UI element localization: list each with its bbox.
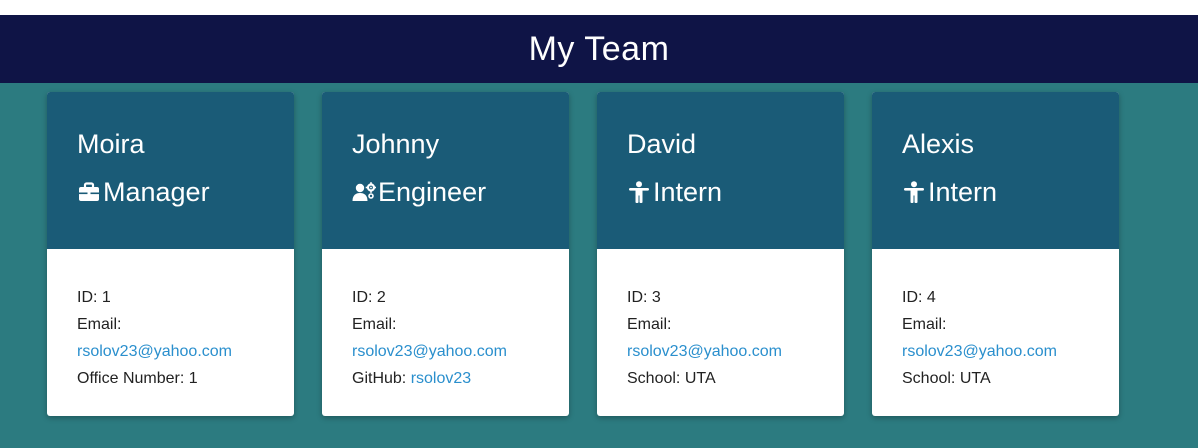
employee-role-label: Intern (928, 177, 998, 207)
email-label: Email: (627, 316, 672, 333)
page-title: My Team (528, 29, 670, 68)
employee-id: ID: 4 (902, 289, 936, 306)
email-link[interactable]: rsolov23@yahoo.com (902, 343, 1057, 360)
card-details: ID: 1 Email: rsolov23@yahoo.com Office N… (47, 249, 294, 392)
employee-card-manager: Moira Manager ID: 1 Email: rsolov23@yaho… (47, 92, 294, 416)
top-strip (0, 0, 1198, 15)
github-label: GitHub: (352, 370, 411, 387)
page-header: My Team (0, 15, 1198, 83)
employee-name: Alexis (902, 129, 975, 159)
github-link[interactable]: rsolov23 (411, 370, 471, 387)
employee-card-intern: David Intern ID: 3 Email: rsolov23@yahoo… (597, 92, 844, 416)
child-icon (902, 180, 926, 204)
employee-role: Manager (77, 176, 294, 208)
employee-name: David (627, 129, 697, 159)
card-header: David Intern (597, 92, 844, 249)
employee-role-label: Manager (103, 177, 210, 207)
child-icon (627, 180, 651, 204)
email-link[interactable]: rsolov23@yahoo.com (77, 343, 232, 360)
briefcase-icon (77, 180, 101, 204)
email-label: Email: (902, 316, 947, 333)
employee-role: Intern (627, 176, 844, 208)
card-header: Moira Manager (47, 92, 294, 249)
employee-name: Johnny (352, 129, 440, 159)
school: School: UTA (902, 370, 991, 387)
employee-role: Intern (902, 176, 1119, 208)
user-cog-icon (352, 180, 376, 204)
employee-id: ID: 1 (77, 289, 111, 306)
employee-id: ID: 2 (352, 289, 386, 306)
employee-role: Engineer (352, 176, 569, 208)
github-row: GitHub: rsolov23 (352, 365, 569, 392)
card-details: ID: 3 Email: rsolov23@yahoo.com School: … (597, 249, 844, 392)
email-link[interactable]: rsolov23@yahoo.com (352, 343, 507, 360)
email-link[interactable]: rsolov23@yahoo.com (627, 343, 782, 360)
card-details: ID: 2 Email: rsolov23@yahoo.com GitHub: … (322, 249, 569, 392)
school: School: UTA (627, 370, 716, 387)
team-cards: Moira Manager ID: 1 Email: rsolov23@yaho… (47, 92, 1119, 416)
email-label: Email: (352, 316, 397, 333)
employee-id: ID: 3 (627, 289, 661, 306)
employee-card-engineer: Johnny Engineer ID: 2 Email: rsolov23@ya… (322, 92, 569, 416)
card-details: ID: 4 Email: rsolov23@yahoo.com School: … (872, 249, 1119, 392)
card-header: Alexis Intern (872, 92, 1119, 249)
employee-role-label: Intern (653, 177, 723, 207)
card-header: Johnny Engineer (322, 92, 569, 249)
email-label: Email: (77, 316, 122, 333)
employee-card-intern: Alexis Intern ID: 4 Email: rsolov23@yaho… (872, 92, 1119, 416)
employee-name: Moira (77, 129, 145, 159)
employee-role-label: Engineer (378, 177, 487, 207)
office-number: Office Number: 1 (77, 370, 198, 387)
